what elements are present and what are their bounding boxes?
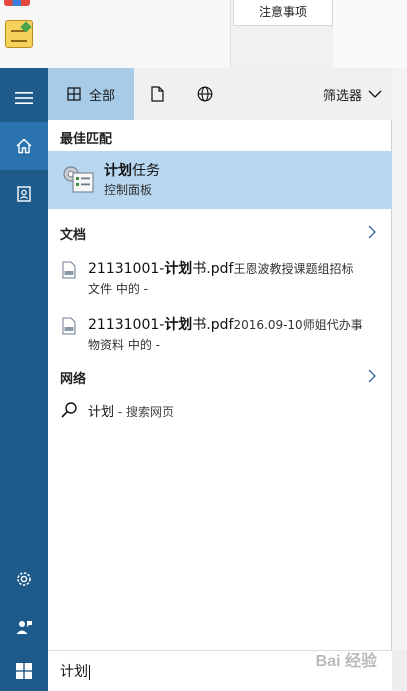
best-match-title-bold: 计划 — [104, 163, 132, 179]
web-search-hint: - 搜索网页 — [114, 405, 174, 419]
menu-button[interactable] — [0, 74, 48, 122]
filter-label: 筛选器 — [322, 88, 362, 104]
chevron-right-icon[interactable] — [367, 225, 377, 239]
watermark: Bai 经验 — [315, 653, 377, 670]
best-match-title-rest: 任务 — [132, 163, 160, 179]
document-name-bold: 计划 — [164, 317, 193, 333]
tab-documents[interactable] — [134, 68, 180, 120]
best-match-title: 计划任务 — [104, 160, 160, 180]
note-tab[interactable]: 注意事项 — [233, 0, 333, 26]
filter-tabs: 全部 筛选器 — [48, 68, 392, 120]
document-item[interactable]: 21131001-计划书.pdf2016.09-10师姐代办事 物资料 中的 - — [48, 314, 392, 360]
section-best-match: 最佳匹配 — [60, 132, 113, 147]
settings-icon — [17, 572, 31, 586]
desktop-app-icon[interactable] — [4, 0, 30, 6]
home-icon — [16, 138, 32, 154]
section-web: 网络 — [60, 372, 87, 387]
globe-icon — [197, 86, 213, 102]
chevron-right-icon[interactable] — [367, 369, 377, 383]
sticky-notes-icon[interactable] — [5, 20, 33, 48]
filter-dropdown[interactable]: 筛选器 — [323, 68, 382, 120]
web-search-query: 计划 — [88, 405, 115, 420]
web-search-item[interactable]: 计划 - 搜索网页 — [48, 400, 392, 424]
document-name-bold: 计划 — [164, 261, 193, 277]
home-button[interactable] — [0, 122, 48, 170]
document-icon — [150, 86, 164, 102]
pdf-icon — [62, 317, 76, 335]
hamburger-icon — [15, 92, 33, 104]
desktop-area: 注意事项 — [0, 0, 407, 68]
grid-icon — [67, 87, 81, 101]
tab-web[interactable] — [180, 68, 230, 120]
start-rail — [0, 68, 48, 650]
document-location: 王恩波教授课题组招标 — [233, 262, 354, 276]
windows-icon — [16, 662, 32, 679]
best-match-subtitle: 控制面板 — [104, 183, 153, 197]
document-location-cont: 物资料 中的 - — [88, 338, 160, 352]
web-search-text: 计划 - 搜索网页 — [88, 401, 174, 420]
pdf-icon — [62, 261, 76, 279]
desktop-background — [333, 0, 407, 68]
start-button[interactable] — [0, 650, 48, 691]
search-results-panel: 全部 筛选器 最佳匹配 计划任务 控制面板 文档 21131001-计划书.pd… — [48, 68, 392, 650]
tab-all[interactable]: 全部 — [48, 68, 134, 120]
document-name-suffix: 书.pdf — [192, 261, 234, 277]
text-caret — [89, 664, 90, 680]
search-icon — [61, 402, 77, 418]
document-name-suffix: 书.pdf — [192, 317, 234, 333]
document-item[interactable]: 21131001-计划书.pdf王恩波教授课题组招标 文件 中的 - — [48, 258, 392, 304]
section-documents: 文档 — [60, 228, 87, 243]
tab-all-label: 全部 — [88, 88, 115, 104]
document-name-prefix: 21131001- — [88, 261, 165, 277]
search-input-text: 计划 — [60, 661, 90, 681]
document-location: 2016.09-10师姐代办事 — [233, 318, 363, 332]
search-query: 计划 — [60, 664, 88, 680]
notebook-icon — [17, 186, 31, 202]
document-name: 21131001-计划书.pdf2016.09-10师姐代办事 — [88, 314, 363, 334]
feedback-icon — [16, 621, 32, 634]
best-match-item[interactable]: 计划任务 控制面板 — [48, 151, 392, 209]
document-name: 21131001-计划书.pdf王恩波教授课题组招标 — [88, 258, 353, 278]
notebook-button[interactable] — [0, 170, 48, 218]
chevron-down-icon — [368, 90, 382, 98]
settings-button[interactable] — [0, 555, 48, 603]
control-panel-icon — [63, 166, 94, 193]
feedback-button[interactable] — [0, 603, 48, 651]
document-location-cont: 文件 中的 - — [88, 282, 148, 296]
document-name-prefix: 21131001- — [88, 317, 165, 333]
